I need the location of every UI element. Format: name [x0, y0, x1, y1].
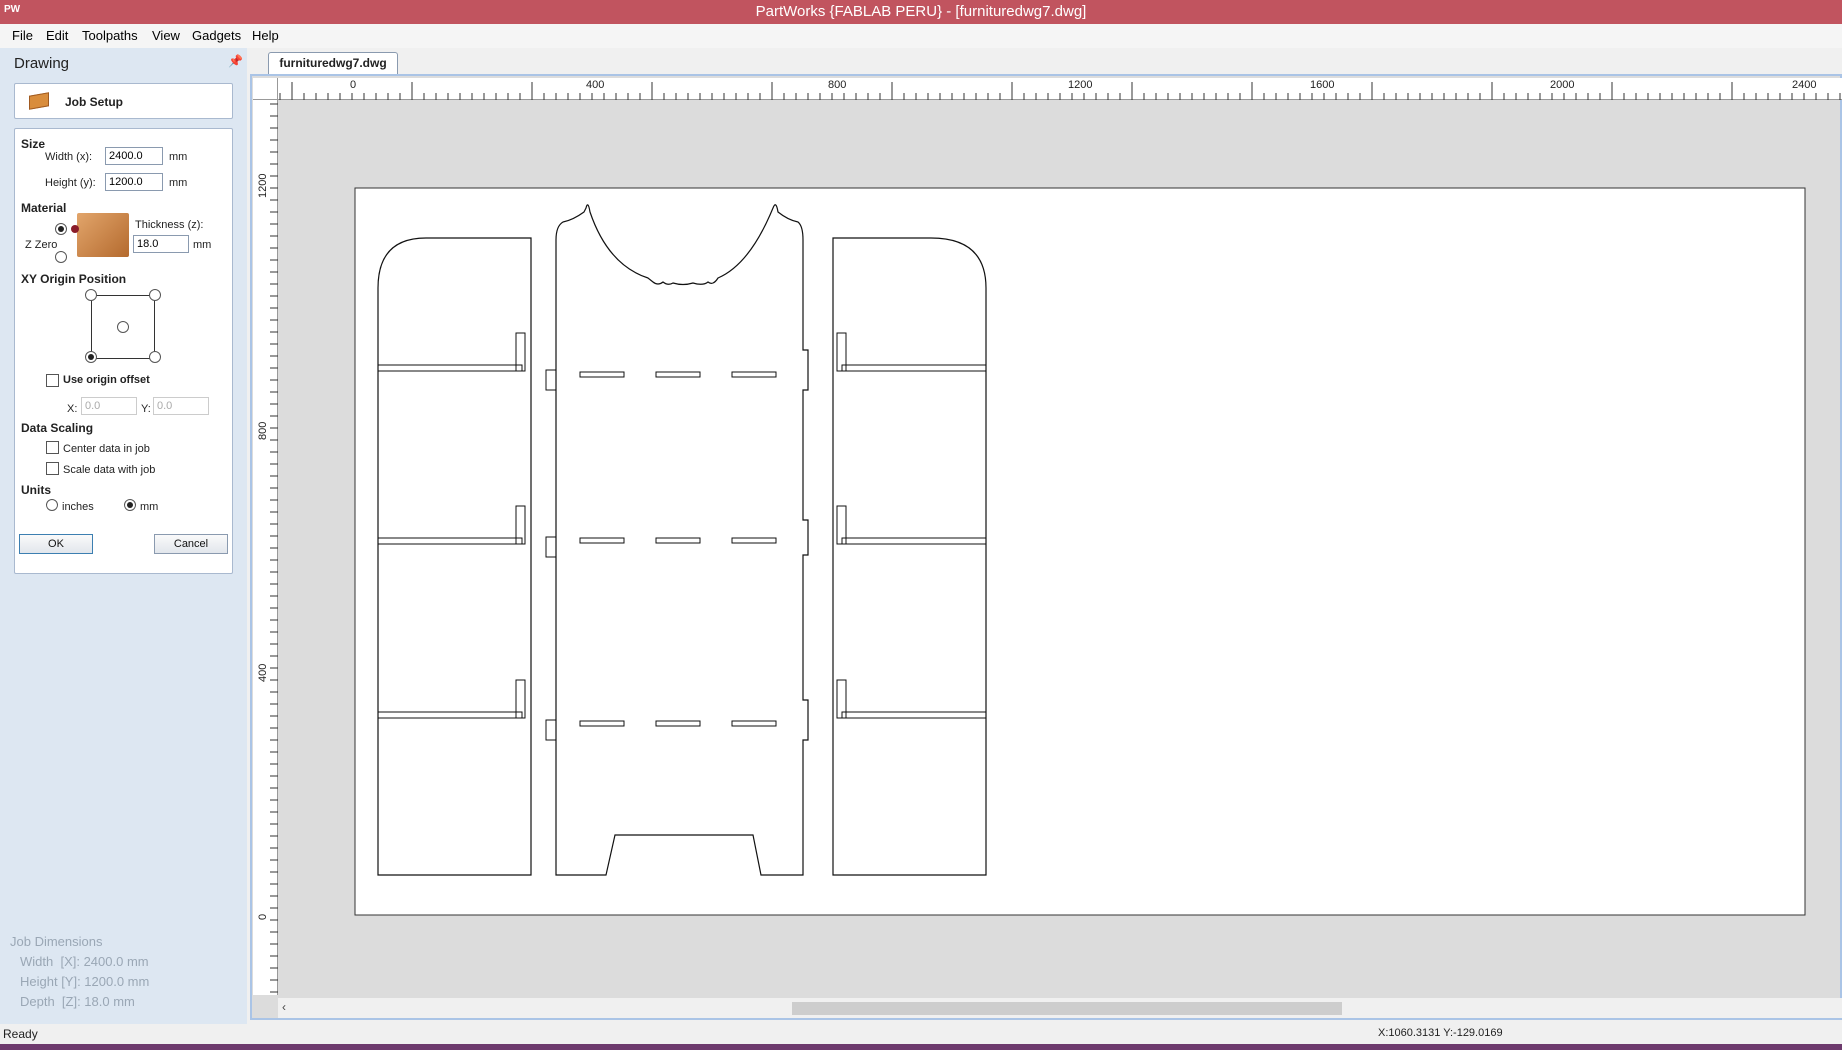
- vruler-label: 800: [257, 421, 269, 440]
- drawing-panel: Drawing 📌 Job Setup Size Width (x): mm H…: [0, 48, 247, 1024]
- hruler-label: 2400: [1792, 79, 1817, 91]
- hruler-label: 2000: [1550, 79, 1575, 91]
- horizontal-scrollbar[interactable]: ‹: [278, 998, 1842, 1018]
- scroll-left-icon[interactable]: ‹: [282, 1000, 286, 1014]
- vruler-label: 1200: [257, 173, 269, 198]
- material-sheet: [354, 187, 1806, 916]
- origin-top-right-radio[interactable]: [149, 289, 161, 301]
- vertical-ruler: 1200 800 400 0: [253, 100, 278, 995]
- size-section-label: Size: [21, 137, 46, 151]
- menu-edit[interactable]: Edit: [46, 28, 68, 43]
- hruler-label: 800: [828, 79, 847, 91]
- height-unit: mm: [169, 177, 188, 189]
- offset-x-label: X:: [67, 403, 78, 415]
- thickness-unit: mm: [193, 239, 212, 251]
- offset-y-input[interactable]: [153, 397, 209, 415]
- hruler-label: 400: [586, 79, 605, 91]
- width-unit: mm: [169, 151, 188, 163]
- units-mm-radio[interactable]: [124, 499, 136, 511]
- data-scaling-section-label: Data Scaling: [21, 421, 94, 435]
- pin-icon[interactable]: 📌: [228, 54, 243, 68]
- menu-toolpaths[interactable]: Toolpaths: [82, 28, 138, 43]
- material-block-icon: [71, 213, 129, 257]
- menu-bar: File Edit Toolpaths View Gadgets Help: [0, 24, 1842, 48]
- z-zero-bottom-radio[interactable]: [55, 251, 67, 263]
- z-zero-label: Z Zero: [25, 239, 58, 251]
- drawing-canvas[interactable]: [278, 100, 1840, 995]
- vertical-ruler-ticks: [270, 103, 278, 993]
- cursor-coordinates: X:1060.3131 Y:-129.0169: [1378, 1027, 1503, 1039]
- menu-view[interactable]: View: [152, 28, 180, 43]
- origin-top-left-radio[interactable]: [85, 289, 97, 301]
- job-setup-icon: [29, 92, 49, 110]
- origin-bottom-right-radio[interactable]: [149, 351, 161, 363]
- menu-help[interactable]: Help: [252, 28, 279, 43]
- use-origin-offset-label: Use origin offset: [63, 374, 150, 386]
- center-data-label: Center data in job: [63, 443, 150, 455]
- height-input[interactable]: [105, 173, 163, 191]
- job-settings-form: Size Width (x): mm Height (y): mm Materi…: [14, 128, 233, 574]
- height-label: Height (y):: [45, 177, 96, 189]
- origin-bottom-left-radio[interactable]: [85, 351, 97, 363]
- center-data-checkbox[interactable]: [46, 441, 59, 454]
- width-label: Width (x):: [45, 151, 93, 163]
- panel-header: Drawing 📌: [0, 48, 247, 78]
- scale-data-label: Scale data with job: [63, 464, 156, 476]
- width-input[interactable]: [105, 147, 163, 165]
- origin-center-radio[interactable]: [117, 321, 129, 333]
- vruler-label: 0: [257, 913, 269, 920]
- job-height-readout: Height [Y]: 1200.0 mm: [20, 974, 150, 989]
- xy-origin-section-label: XY Origin Position: [21, 272, 127, 286]
- hruler-label: 1600: [1310, 79, 1335, 91]
- menu-file[interactable]: File: [12, 28, 33, 43]
- menu-gadgets[interactable]: Gadgets: [192, 28, 241, 43]
- horizontal-ruler: 0 400 800 1200 1600 2000 2400: [278, 78, 1842, 100]
- material-section-label: Material: [21, 201, 67, 215]
- scale-data-checkbox[interactable]: [46, 462, 59, 475]
- window-title: PartWorks {FABLAB PERU} - [furnituredwg7…: [755, 3, 1087, 20]
- taskbar: [0, 1044, 1842, 1050]
- offset-x-input[interactable]: [81, 397, 137, 415]
- ok-button[interactable]: OK: [19, 534, 93, 554]
- z-zero-top-radio[interactable]: [55, 223, 67, 235]
- job-setup-header: Job Setup: [14, 83, 233, 119]
- status-bar: Ready X:1060.3131 Y:-129.0169: [0, 1024, 1842, 1044]
- thickness-input[interactable]: [133, 235, 189, 253]
- horizontal-ruler-ticks: [279, 82, 1841, 100]
- cancel-button[interactable]: Cancel: [154, 534, 228, 554]
- job-depth-readout: Depth [Z]: 18.0 mm: [20, 994, 135, 1009]
- thickness-label: Thickness (z):: [135, 219, 204, 231]
- scrollbar-thumb[interactable]: [792, 1002, 1342, 1015]
- panel-title: Drawing: [14, 55, 70, 72]
- document-tab[interactable]: furnituredwg7.dwg: [268, 52, 398, 74]
- hruler-label: 1200: [1068, 79, 1093, 91]
- status-ready: Ready: [3, 1027, 38, 1041]
- offset-y-label: Y:: [141, 403, 151, 415]
- title-bar: PW PartWorks {FABLAB PERU} - [furnitured…: [0, 0, 1842, 24]
- job-setup-title: Job Setup: [65, 95, 124, 109]
- units-section-label: Units: [21, 483, 51, 497]
- vruler-label: 400: [257, 663, 269, 682]
- units-inches-label: inches: [62, 501, 94, 513]
- ruler-corner: [253, 78, 278, 100]
- units-mm-label: mm: [140, 501, 159, 513]
- job-dimensions-summary: Job Dimensions Width [X]: 2400.0 mm Heig…: [10, 932, 149, 1012]
- hruler-label: 0: [350, 79, 357, 91]
- units-inches-radio[interactable]: [46, 499, 58, 511]
- use-origin-offset-checkbox[interactable]: [46, 374, 59, 387]
- job-dimensions-heading: Job Dimensions: [10, 934, 103, 949]
- job-width-readout: Width [X]: 2400.0 mm: [20, 954, 149, 969]
